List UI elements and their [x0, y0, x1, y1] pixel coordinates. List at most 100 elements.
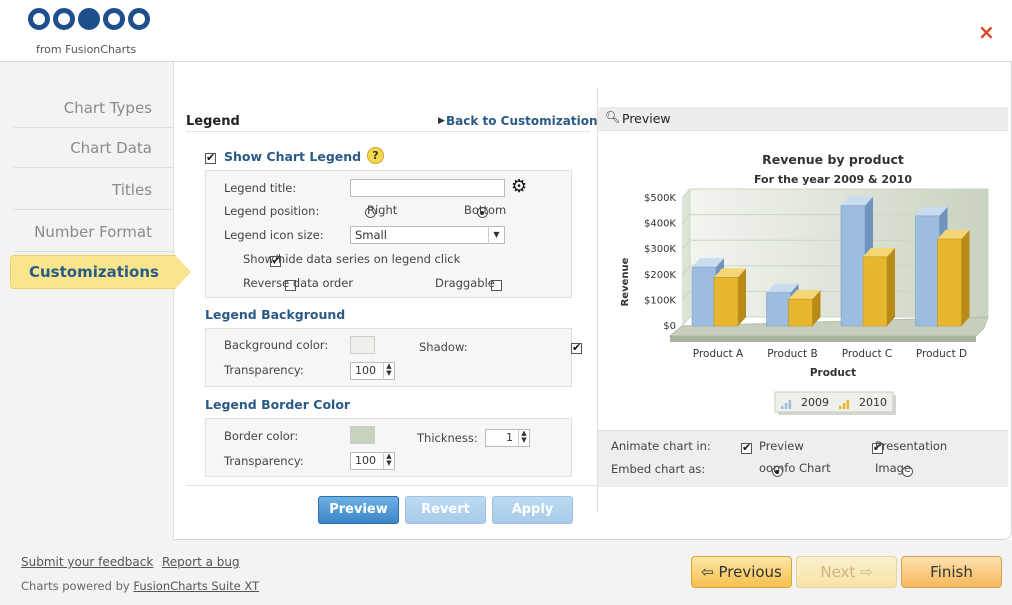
chart-plot: $0 $100K $200K $300K $400K $500K Product A Prod… — [644, 188, 989, 360]
powered-prefix: Charts powered by — [21, 579, 130, 593]
animate-preview-label: Preview — [759, 439, 804, 453]
sidebar-item-titles[interactable]: Titles — [14, 170, 174, 210]
report-bug-link[interactable]: Report a bug — [162, 555, 240, 569]
brand-subtitle: from FusionCharts — [36, 43, 137, 56]
preview-options-bar: Animate chart in: Preview Presentation E… — [598, 430, 1008, 487]
plot-side-wall — [682, 189, 690, 326]
show-legend-label: Show Chart Legend — [224, 149, 362, 164]
animate-preview-checkbox[interactable] — [741, 441, 752, 454]
embed-oomfo-label: oomfo Chart — [759, 461, 831, 475]
legend-swatch-bar — [781, 406, 784, 409]
arrow-right-icon: ▶ — [438, 116, 445, 126]
y-tick-label: $100K — [644, 295, 676, 306]
back-to-customization-link[interactable]: Back to Customization — [446, 114, 597, 128]
chart-legend[interactable]: 2009 2010 — [774, 391, 896, 415]
border-transparency-value: 100 — [355, 454, 376, 467]
border-transparency-spinner[interactable]: 100 ▲ ▼ — [350, 452, 395, 470]
thickness-spinner[interactable]: 1 ▲ ▼ — [485, 429, 530, 447]
chevron-down-icon[interactable]: ▼ — [488, 227, 504, 243]
sidebar-item-number-format[interactable]: Number Format — [14, 212, 174, 252]
x-tick-label: Product C — [842, 348, 893, 360]
chart-title: Revenue by product — [762, 152, 904, 167]
gear-icon[interactable]: ⚙ — [511, 176, 527, 197]
icon-size-select[interactable]: Small — [350, 226, 505, 244]
legend-position-label: Legend position: — [224, 204, 320, 218]
x-tick-label: Product B — [767, 348, 817, 360]
help-icon[interactable]: ? — [367, 147, 384, 164]
powered-by-text: Charts powered by FusionCharts Suite XT — [21, 579, 259, 593]
panel-title: Legend — [186, 114, 240, 129]
preview-header-label: Preview — [622, 111, 671, 126]
legend-swatch-bar — [784, 403, 788, 409]
x-axis-label: Product — [810, 367, 856, 379]
previous-button[interactable]: ⇦ Previous — [691, 556, 792, 588]
animate-label: Animate chart in: — [611, 439, 711, 453]
revenue-chart: Revenue by product For the year 2009 & 2… — [620, 152, 989, 415]
y-tick-label: $300K — [644, 244, 676, 255]
header: oomfo from FusionCharts × — [0, 0, 1012, 62]
bar-side — [961, 229, 970, 326]
sidebar-item-chart-data[interactable]: Chart Data — [14, 128, 174, 168]
bar — [713, 277, 739, 327]
bg-transparency-label: Transparency: — [224, 363, 304, 377]
close-icon[interactable]: × — [978, 20, 995, 44]
y-tick-label: $500K — [644, 193, 676, 204]
chart-subtitle: For the year 2009 & 2010 — [754, 173, 912, 186]
bg-transparency-spinner[interactable]: 100 ▲ ▼ — [350, 362, 395, 380]
bar — [862, 256, 888, 327]
bar — [915, 215, 940, 327]
embed-image-label: Image — [875, 461, 912, 475]
plot-floor-edge — [670, 336, 976, 342]
legend-entry: 2010 — [859, 396, 887, 409]
previous-label: Previous — [718, 563, 782, 581]
submit-feedback-link[interactable]: Submit your feedback — [21, 555, 153, 569]
finish-button[interactable]: Finish — [901, 556, 1002, 588]
x-tick-label: Product D — [916, 348, 967, 360]
spinner-arrows-icon[interactable]: ▲ ▼ — [383, 363, 394, 379]
preview-header: 🔍︎ Preview — [598, 107, 1008, 131]
animate-presentation-label: Presentation — [875, 439, 948, 453]
bg-transparency-value: 100 — [355, 364, 376, 377]
legend-swatch-bar — [846, 400, 850, 409]
sidebar-item-customizations[interactable]: Customizations — [10, 255, 191, 289]
draggable-label: Draggable — [435, 276, 495, 290]
legend-title-input[interactable] — [350, 179, 505, 197]
y-axis-label: Revenue — [620, 257, 631, 306]
embed-label: Embed chart as: — [611, 462, 706, 476]
bar-side — [738, 268, 746, 326]
fusioncharts-link[interactable]: FusionCharts Suite XT — [133, 579, 259, 593]
legend-title-label: Legend title: — [224, 181, 297, 195]
next-label: Next — [820, 563, 856, 581]
position-bottom-label: Bottom — [464, 203, 507, 217]
y-tick-label: $200K — [644, 270, 676, 281]
spinner-arrows-icon[interactable]: ▲ ▼ — [518, 430, 529, 446]
showhide-series-label: Show/hide data series on legend click — [243, 252, 461, 266]
apply-button[interactable]: Apply — [492, 496, 573, 524]
bg-color-swatch[interactable] — [350, 336, 375, 354]
legend-swatch-bar — [839, 406, 842, 409]
shadow-label: Shadow: — [419, 340, 468, 354]
divider — [186, 131, 590, 132]
thickness-label: Thickness: — [417, 431, 478, 445]
position-right-label: Right — [367, 203, 398, 217]
bar — [691, 266, 717, 327]
border-color-swatch[interactable] — [350, 426, 375, 444]
bar — [937, 238, 962, 327]
show-legend-checkbox[interactable] — [205, 151, 216, 164]
arrow-right-icon: ⇨ — [860, 563, 873, 581]
magnifier-icon: 🔍︎ — [605, 110, 621, 124]
legend-entry: 2009 — [801, 396, 829, 409]
reverse-order-label: Reverse data order — [243, 276, 354, 290]
spinner-arrows-icon[interactable]: ▲ ▼ — [383, 453, 394, 469]
border-color-label: Border color: — [224, 429, 299, 443]
border-transparency-label: Transparency: — [224, 454, 304, 468]
shadow-checkbox[interactable] — [570, 341, 582, 354]
sidebar-item-chart-types[interactable]: Chart Types — [14, 88, 174, 128]
bar — [788, 298, 813, 327]
preview-button[interactable]: Preview — [318, 496, 399, 524]
bg-color-label: Background color: — [224, 338, 329, 352]
divider — [186, 485, 598, 486]
next-button[interactable]: Next ⇨ — [796, 556, 897, 588]
revert-button[interactable]: Revert — [405, 496, 486, 524]
thickness-value: 1 — [506, 431, 513, 444]
